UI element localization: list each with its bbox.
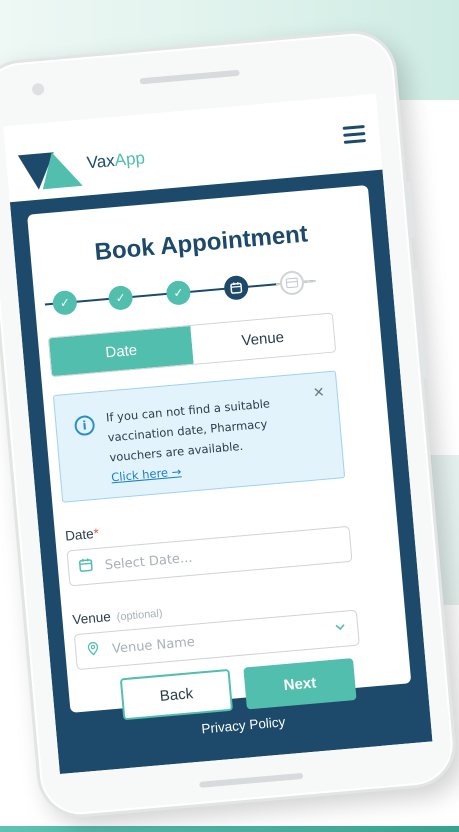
calendar-icon xyxy=(68,557,103,578)
venue-label-text: Venue xyxy=(71,609,112,628)
alert-message-text: If you can not find a suitable vaccinati… xyxy=(105,396,271,465)
side-button-volume xyxy=(413,268,428,379)
required-mark: * xyxy=(92,525,100,542)
optional-hint: (optional) xyxy=(116,607,163,624)
back-button[interactable]: Back xyxy=(119,668,234,721)
page-title: Book Appointment xyxy=(93,220,309,266)
step-3-check-icon: ✓ xyxy=(165,279,192,306)
date-label: Date* xyxy=(65,526,100,544)
camera-dot xyxy=(31,82,45,96)
chevron-down-icon[interactable] xyxy=(335,620,346,635)
info-icon: i xyxy=(73,414,96,437)
content-area: Book Appointment ✓ ✓ ✓ Date Venue i If y… xyxy=(9,169,433,775)
speaker-slot xyxy=(139,69,240,85)
tab-venue[interactable]: Venue xyxy=(190,313,336,364)
date-venue-tabs: Date Venue xyxy=(47,312,337,378)
step-4-calendar-icon xyxy=(223,274,250,301)
phone-body: VaxApp Book Appointment ✓ ✓ ✓ Date Venue… xyxy=(0,27,459,821)
brand-name[interactable]: VaxApp xyxy=(86,148,146,173)
brand-name-app: App xyxy=(113,148,146,170)
date-input[interactable] xyxy=(102,539,307,574)
date-label-text: Date xyxy=(64,526,95,544)
booking-card: Book Appointment ✓ ✓ ✓ Date Venue i If y… xyxy=(27,184,412,721)
alert-message: If you can not find a suitable vaccinati… xyxy=(105,391,301,487)
vaxapp-logo-icon xyxy=(17,152,83,190)
step-2-check-icon: ✓ xyxy=(107,284,134,311)
side-button-power xyxy=(405,181,416,238)
next-button[interactable]: Next xyxy=(243,658,357,710)
info-alert: i If you can not find a suitable vaccina… xyxy=(52,370,346,503)
step-1-check-icon: ✓ xyxy=(51,289,78,316)
home-bar xyxy=(199,772,304,788)
progress-stepper: ✓ ✓ ✓ xyxy=(44,266,337,317)
date-field[interactable] xyxy=(66,525,353,587)
location-pin-icon xyxy=(76,640,111,661)
brand-name-vax: Vax xyxy=(85,150,116,173)
step-5-card-icon xyxy=(278,269,305,296)
tab-date[interactable]: Date xyxy=(48,325,194,377)
venue-input[interactable] xyxy=(109,622,315,658)
hamburger-menu-icon[interactable] xyxy=(342,125,366,145)
phone-screen: VaxApp Book Appointment ✓ ✓ ✓ Date Venue… xyxy=(3,93,433,775)
venue-label: Venue (optional) xyxy=(71,605,163,628)
phone-mockup: VaxApp Book Appointment ✓ ✓ ✓ Date Venue… xyxy=(0,27,459,821)
close-icon[interactable]: ✕ xyxy=(312,385,325,402)
background-bottom-strip xyxy=(0,826,459,832)
